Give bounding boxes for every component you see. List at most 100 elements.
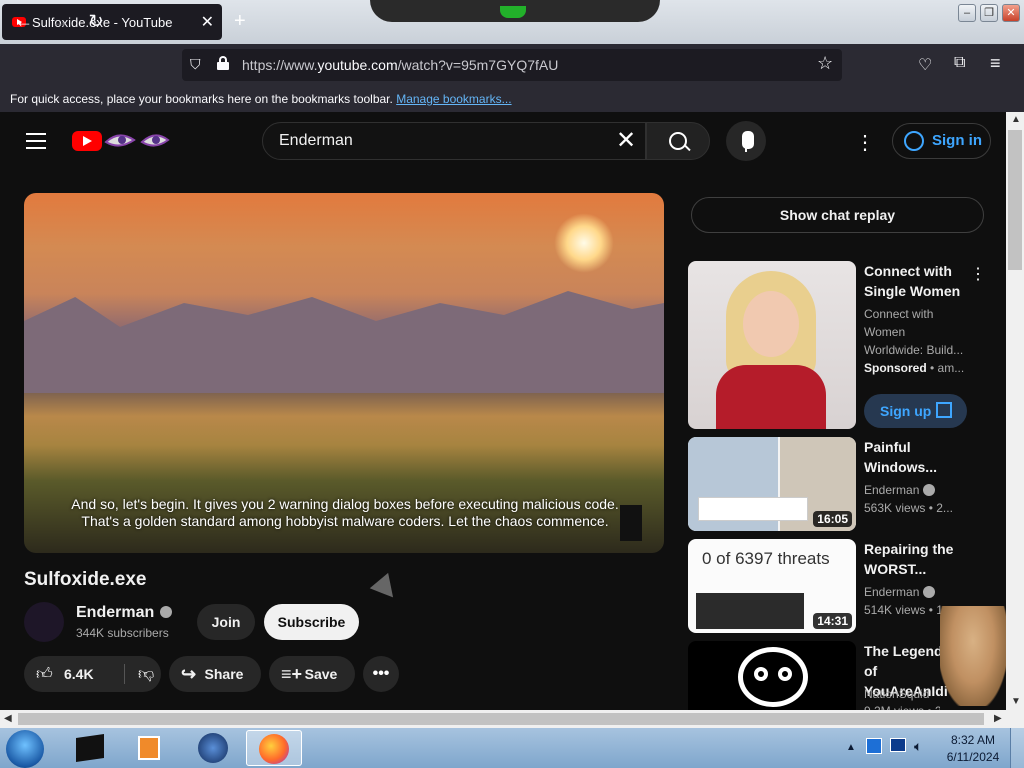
ad-thumbnail[interactable] [688, 261, 856, 429]
shield-icon[interactable]: ⛉ [190, 56, 201, 73]
bookmarks-toolbar: For quick access, place your bookmarks h… [0, 86, 1024, 112]
account-icon [904, 131, 924, 151]
save-button[interactable]: ≡+ Save [269, 656, 355, 692]
doodle-eyes-logo[interactable] [104, 128, 170, 154]
back-icon[interactable]: ← [11, 8, 37, 34]
video-channel-3: NationSquid [864, 687, 930, 701]
like-dislike-group: 👍︎ 6.4K 👎︎ [24, 656, 161, 692]
clock-date: 6/11/2024 [946, 750, 1000, 764]
verified-icon [922, 586, 935, 598]
like-icon[interactable]: 👍︎ [36, 665, 53, 684]
video-frame-mountains [24, 291, 664, 393]
new-tab-button[interactable]: + [234, 10, 246, 33]
video-frame-sun [554, 213, 614, 273]
minimize-button[interactable]: – [958, 4, 976, 22]
show-hidden-icons-icon[interactable]: ▲ [846, 742, 856, 753]
close-window-button[interactable]: ✕ [1002, 4, 1020, 22]
video-thumbnail-1[interactable]: 16:05 [688, 437, 856, 531]
microphone-icon[interactable] [726, 121, 766, 161]
subscribe-button[interactable]: Subscribe [264, 604, 359, 640]
advertiser-name: • am... [930, 361, 965, 375]
video-thumbnail-3[interactable] [688, 641, 856, 710]
reload-icon[interactable]: ↻ [83, 8, 109, 34]
url-path: /watch?v=95m7GYQ7fAU [397, 57, 559, 73]
sponsored-label: Sponsored [864, 361, 927, 375]
taskbar-app-firefox-icon[interactable] [246, 730, 302, 766]
bookmark-star-icon[interactable]: ☆ [817, 53, 833, 74]
share-label: Share [204, 666, 244, 682]
caption-line-1: And so, let's begin. It gives you 2 warn… [71, 496, 619, 512]
network-tray-icon[interactable] [866, 738, 882, 754]
video-channel-1: Enderman [864, 481, 974, 499]
video-stats-3: 9.2M views • 2... [864, 702, 940, 710]
video-caption: And so, let's begin. It gives you 2 warn… [60, 496, 630, 530]
hamster-desktop-pet[interactable] [940, 606, 1006, 706]
clear-search-icon[interactable]: ✕ [616, 126, 636, 155]
join-button[interactable]: Join [197, 604, 255, 640]
verified-icon [160, 606, 173, 618]
channel-avatar[interactable] [24, 602, 64, 642]
external-link-icon [936, 402, 952, 418]
ad-sponsor-line: Sponsored • am... [864, 359, 974, 377]
youtube-logo[interactable] [72, 131, 102, 151]
like-count[interactable]: 6.4K [64, 666, 94, 682]
ad-sign-up-button[interactable]: Sign up [864, 394, 967, 428]
scrollbar-thumb[interactable] [1008, 130, 1022, 270]
scroll-right-icon[interactable]: ▶ [994, 713, 1002, 724]
caption-line-2: That's a golden standard among hobbyist … [81, 513, 609, 529]
verified-icon [922, 484, 935, 496]
duration-badge: 14:31 [813, 613, 852, 629]
horizontal-scrollbar[interactable]: ◀ ▶ [0, 710, 1024, 728]
desktop-gadget [370, 0, 660, 22]
menu-icon[interactable]: ≡ [990, 53, 1001, 74]
url-domain: youtube.com [317, 57, 398, 73]
dislike-icon[interactable]: 👎︎ [138, 665, 154, 684]
video-thumbnail-2[interactable]: 0 of 6397 threats 14:31 [688, 539, 856, 633]
taskbar-app-terminal-icon[interactable] [62, 730, 118, 766]
maximize-button[interactable]: ❐ [980, 4, 998, 22]
clock-time: 8:32 AM [950, 733, 996, 747]
forward-icon[interactable]: → [47, 8, 73, 34]
subscriber-count: 344K subscribers [76, 626, 169, 640]
sign-up-label: Sign up [880, 403, 932, 419]
monitor-tray-icon[interactable] [890, 738, 906, 752]
tab-close-icon[interactable]: ✕ [201, 12, 214, 32]
divider [124, 664, 125, 684]
lock-icon[interactable] [217, 56, 229, 70]
video-channel-2: Enderman [864, 583, 974, 601]
save-label: Save [304, 666, 338, 682]
manage-bookmarks-link[interactable]: Manage bookmarks... [396, 92, 511, 106]
channel-name-1[interactable]: Enderman [864, 483, 919, 497]
url-bar[interactable]: https://www.youtube.com/watch?v=95m7GYQ7… [182, 49, 842, 81]
playlist-add-icon: ≡+ [281, 664, 303, 684]
ad-title[interactable]: Connect with Single Women [864, 261, 979, 301]
scroll-down-icon[interactable]: ▼ [1011, 696, 1021, 707]
start-button-icon[interactable] [6, 730, 44, 768]
system-clock[interactable]: 8:32 AM 6/11/2024 [942, 732, 1004, 766]
video-title-2[interactable]: Repairing the WORST... [864, 539, 979, 579]
channel-name-2[interactable]: Enderman [864, 585, 919, 599]
video-title-1[interactable]: Painful Windows... [864, 437, 979, 477]
extensions-icon[interactable]: ⧉ [954, 54, 965, 72]
scroll-left-icon[interactable]: ◀ [4, 713, 12, 724]
settings-kebab-icon[interactable]: ⋮ [855, 130, 875, 155]
more-actions-icon[interactable]: ••• [363, 656, 399, 692]
show-desktop-button[interactable] [1010, 728, 1024, 768]
volume-tray-icon[interactable]: 🔈︎ [914, 738, 922, 755]
scroll-up-icon[interactable]: ▲ [1011, 114, 1021, 125]
search-input[interactable]: Enderman [262, 122, 646, 160]
share-icon: ↪ [181, 664, 197, 684]
video-stats-1: 563K views • 2... [864, 501, 953, 515]
ad-menu-icon[interactable]: ⋮ [970, 264, 986, 284]
show-chat-replay-button[interactable]: Show chat replay [691, 197, 984, 233]
channel-name[interactable]: Enderman [76, 604, 173, 622]
hamburger-menu-icon[interactable] [26, 133, 46, 149]
vertical-scrollbar[interactable]: ▲ ▼ [1006, 112, 1024, 710]
pocket-icon[interactable]: ♡ [918, 55, 932, 75]
share-button[interactable]: ↪ Share [169, 656, 261, 692]
taskbar-app-media-player-icon[interactable] [122, 730, 178, 766]
sign-in-button[interactable]: Sign in [892, 123, 991, 159]
scrollbar-thumb[interactable] [18, 713, 984, 725]
taskbar-app-globe-icon[interactable] [184, 730, 240, 766]
search-icon[interactable] [646, 122, 710, 160]
